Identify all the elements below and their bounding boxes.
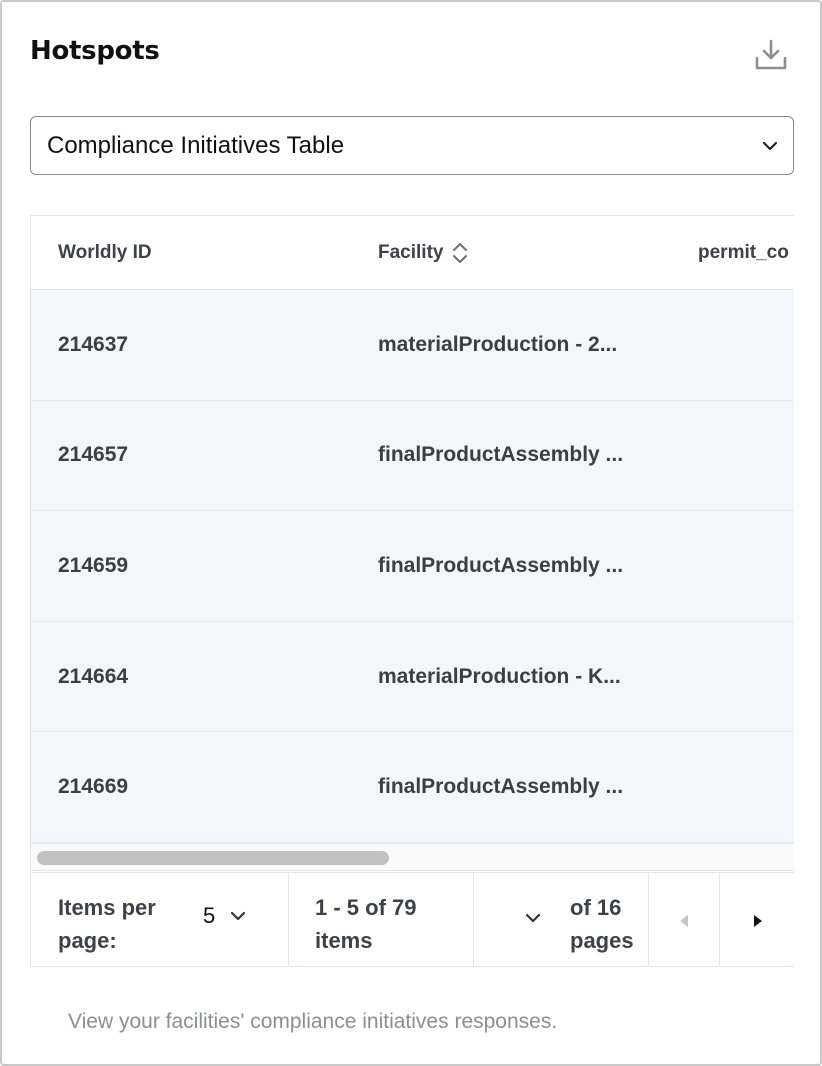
chevron-left-icon bbox=[680, 914, 688, 927]
card-title: Hotspots bbox=[30, 36, 160, 66]
items-per-page-value: 5 bbox=[203, 903, 216, 928]
chevron-down-icon bbox=[762, 141, 778, 151]
column-header-worldly-id: Worldly ID bbox=[58, 242, 152, 263]
cell-facility: finalProductAssembly ... bbox=[378, 553, 624, 577]
table-row[interactable]: 214659 finalProductAssembly ... bbox=[31, 511, 794, 622]
compliance-table: Worldly ID Facility permit_co 214637 mat… bbox=[30, 215, 794, 967]
cell-worldly-id: 214657 bbox=[58, 443, 129, 467]
previous-page-button[interactable] bbox=[649, 873, 720, 966]
items-per-page-select[interactable]: 5 bbox=[203, 903, 249, 929]
view-select[interactable]: Compliance Initiatives Table bbox=[30, 116, 794, 175]
items-per-page-section: Items per page: 5 bbox=[31, 873, 289, 966]
column-header-facility-label: Facility bbox=[378, 242, 444, 263]
cell-facility: materialProduction - 2... bbox=[378, 332, 618, 356]
table-row[interactable]: 214669 finalProductAssembly ... bbox=[31, 732, 794, 843]
table-header: Worldly ID Facility permit_co bbox=[31, 216, 794, 290]
chevron-down-icon[interactable] bbox=[522, 907, 544, 929]
table-row[interactable]: 214664 materialProduction - K... bbox=[31, 621, 794, 733]
cell-facility: finalProductAssembly ... bbox=[378, 775, 624, 799]
page-select-section: of 16 pages bbox=[474, 873, 649, 966]
cell-facility: finalProductAssembly ... bbox=[378, 443, 624, 467]
chevron-right-icon bbox=[753, 914, 762, 927]
card-description: View your facilities' compliance initiat… bbox=[68, 1010, 558, 1033]
horizontal-scrollbar[interactable] bbox=[31, 843, 794, 871]
cell-worldly-id: 214659 bbox=[58, 553, 129, 577]
cell-worldly-id: 214669 bbox=[58, 775, 129, 799]
column-header-facility[interactable]: Facility bbox=[378, 216, 469, 290]
hotspots-card: Hotspots Compliance Initiatives Table Wo… bbox=[0, 0, 822, 1066]
table-body: 214637 materialProduction - 2... 214657 … bbox=[31, 290, 794, 843]
item-range-text: 1 - 5 of 79 items bbox=[315, 895, 417, 953]
cell-worldly-id: 214664 bbox=[58, 664, 129, 688]
items-per-page-label: Items per page: bbox=[58, 895, 156, 953]
sort-icon bbox=[453, 243, 468, 263]
table-row[interactable]: 214657 finalProductAssembly ... bbox=[31, 400, 794, 512]
cell-facility: materialProduction - K... bbox=[378, 664, 621, 688]
chevron-down-icon bbox=[231, 911, 246, 921]
next-page-button[interactable] bbox=[720, 873, 794, 966]
table-row[interactable]: 214637 materialProduction - 2... bbox=[31, 290, 794, 401]
column-header-permit: permit_co bbox=[698, 242, 789, 263]
pagination-bar: Items per page: 5 1 - 5 of 79 items of 1… bbox=[31, 872, 794, 966]
item-range-section: 1 - 5 of 79 items bbox=[289, 873, 474, 966]
scrollbar-thumb[interactable] bbox=[37, 851, 389, 865]
total-pages-text: of 16 pages bbox=[570, 895, 634, 953]
download-icon bbox=[755, 39, 787, 70]
download-button[interactable] bbox=[750, 34, 792, 76]
cell-worldly-id: 214637 bbox=[58, 332, 129, 356]
view-select-value: Compliance Initiatives Table bbox=[47, 131, 345, 159]
